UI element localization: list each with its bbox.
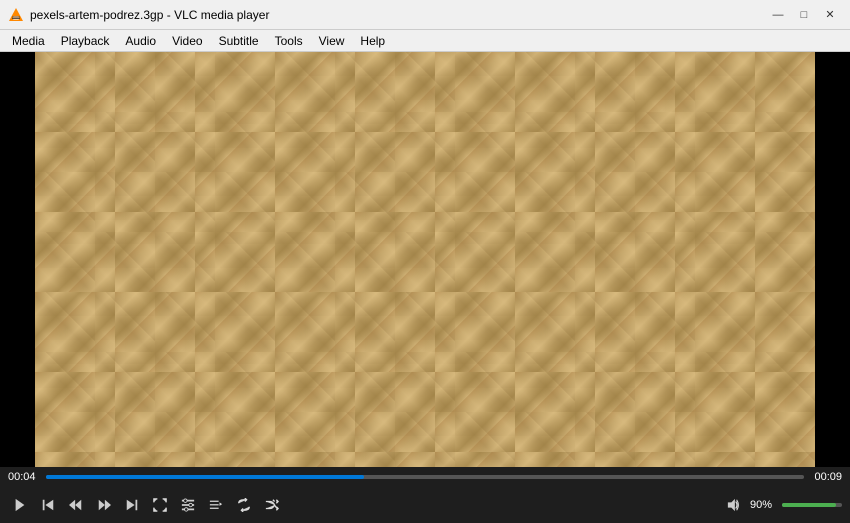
controls-area: 00:04 00:09: [0, 467, 850, 523]
play-button[interactable]: [8, 493, 32, 517]
menu-view[interactable]: View: [311, 30, 353, 51]
next-button[interactable]: [120, 493, 144, 517]
video-left-letterbox: [0, 52, 35, 467]
random-button[interactable]: [260, 493, 284, 517]
progress-bar[interactable]: [46, 475, 804, 479]
window-controls: — □ ✕: [766, 5, 842, 25]
playlist-button[interactable]: [204, 493, 228, 517]
vlc-icon: [8, 7, 24, 23]
volume-button[interactable]: [722, 493, 746, 517]
volume-fill: [782, 503, 836, 507]
rewind-button[interactable]: [64, 493, 88, 517]
volume-area: 90%: [722, 493, 842, 517]
previous-button[interactable]: [36, 493, 60, 517]
volume-percentage: 90%: [750, 499, 778, 511]
video-right-letterbox: [815, 52, 850, 467]
menu-playback[interactable]: Playback: [53, 30, 118, 51]
progress-row: 00:04 00:09: [0, 467, 850, 487]
maximize-button[interactable]: □: [792, 5, 816, 25]
title-bar: pexels-artem-podrez.3gp - VLC media play…: [0, 0, 850, 30]
close-button[interactable]: ✕: [818, 5, 842, 25]
menu-media[interactable]: Media: [4, 30, 53, 51]
fullscreen-button[interactable]: [148, 493, 172, 517]
menu-audio[interactable]: Audio: [117, 30, 164, 51]
time-elapsed: 00:04: [8, 471, 40, 483]
video-frame: [35, 52, 815, 467]
fastforward-button[interactable]: [92, 493, 116, 517]
menu-subtitle[interactable]: Subtitle: [211, 30, 267, 51]
extended-button[interactable]: [176, 493, 200, 517]
right-controls: 90%: [722, 493, 842, 517]
minimize-button[interactable]: —: [766, 5, 790, 25]
window-title: pexels-artem-podrez.3gp - VLC media play…: [30, 8, 766, 22]
buttons-row: 90%: [0, 487, 850, 523]
menu-video[interactable]: Video: [164, 30, 210, 51]
menu-tools[interactable]: Tools: [267, 30, 311, 51]
menu-help[interactable]: Help: [352, 30, 393, 51]
menu-bar: Media Playback Audio Video Subtitle Tool…: [0, 30, 850, 52]
loop-button[interactable]: [232, 493, 256, 517]
progress-fill: [46, 475, 364, 479]
video-area[interactable]: [0, 52, 850, 467]
time-total: 00:09: [810, 471, 842, 483]
left-controls: [8, 493, 284, 517]
volume-slider[interactable]: [782, 503, 842, 507]
